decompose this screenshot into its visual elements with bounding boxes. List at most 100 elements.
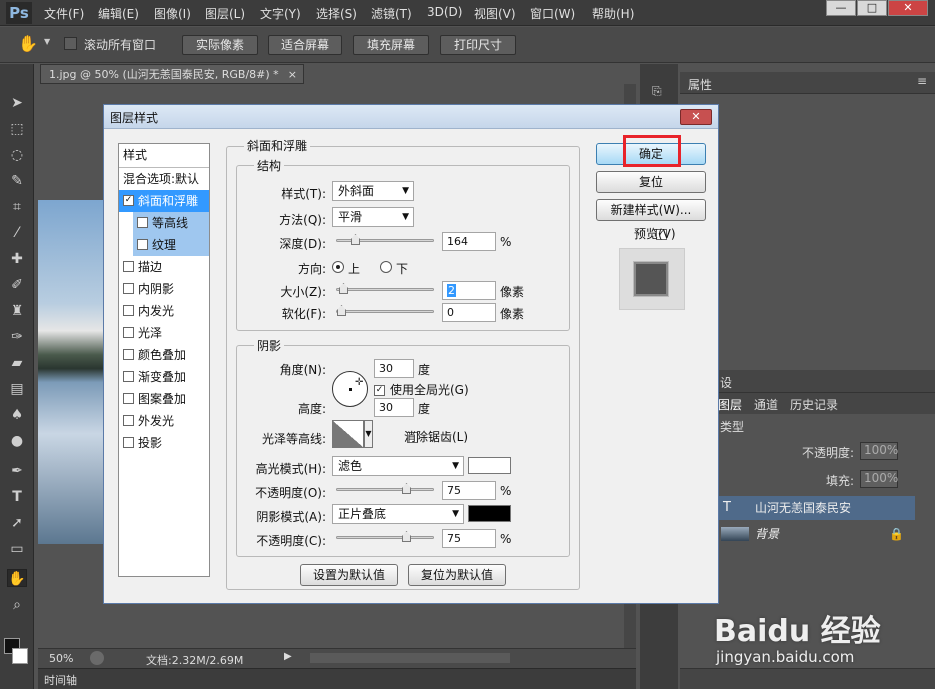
- checkbox[interactable]: [123, 349, 134, 360]
- style-item-inner-glow[interactable]: 内发光: [119, 300, 209, 322]
- checkbox[interactable]: [123, 327, 134, 338]
- crop-tool-icon[interactable]: ⌗: [7, 198, 27, 216]
- highlight-mode-select[interactable]: 滤色 ▼: [332, 456, 464, 476]
- style-item-contour[interactable]: 等高线: [133, 212, 209, 234]
- technique-select[interactable]: 平滑 ▼: [332, 207, 414, 227]
- shadow-opacity-slider[interactable]: [336, 531, 434, 542]
- reset-default-button[interactable]: 复位为默认值: [408, 564, 506, 586]
- style-item-drop-shadow[interactable]: 投影: [119, 432, 209, 454]
- menu-image[interactable]: 图像(I): [154, 5, 191, 22]
- shadow-color-swatch[interactable]: [468, 505, 511, 522]
- direction-up-radio[interactable]: [332, 261, 344, 273]
- print-size-button[interactable]: 打印尺寸: [440, 35, 516, 55]
- shape-tool-icon[interactable]: ▭: [7, 540, 27, 558]
- document-canvas[interactable]: [38, 200, 110, 544]
- checkbox[interactable]: [123, 393, 134, 404]
- quick-select-tool-icon[interactable]: ✎: [7, 172, 27, 190]
- status-menu-arrow-icon[interactable]: ▶: [284, 651, 292, 662]
- history-brush-tool-icon[interactable]: ✑: [7, 328, 27, 346]
- menu-file[interactable]: 文件(F): [44, 5, 84, 22]
- angle-input[interactable]: 30: [374, 359, 414, 378]
- hand-tool-icon[interactable]: ✋: [18, 34, 38, 53]
- menu-help[interactable]: 帮助(H): [592, 5, 634, 22]
- panel-menu-icon[interactable]: ≡: [917, 74, 927, 88]
- path-select-tool-icon[interactable]: ➚: [7, 514, 27, 532]
- menu-view[interactable]: 视图(V): [474, 5, 516, 22]
- chevron-down-icon[interactable]: ▼: [44, 37, 50, 46]
- menu-window[interactable]: 窗口(W): [530, 5, 575, 22]
- size-slider[interactable]: [336, 283, 434, 294]
- style-item-blending-options[interactable]: 混合选项:默认: [119, 168, 209, 190]
- healing-brush-tool-icon[interactable]: ✚: [7, 250, 27, 268]
- dialog-close-button[interactable]: ✕: [680, 109, 712, 125]
- pen-tool-icon[interactable]: ✒: [7, 462, 27, 480]
- opacity-field[interactable]: 100%: [860, 442, 898, 460]
- style-item-inner-shadow[interactable]: 内阴影: [119, 278, 209, 300]
- status-icon[interactable]: [90, 651, 104, 665]
- bevel-style-select[interactable]: 外斜面 ▼: [332, 181, 414, 201]
- checkbox[interactable]: [123, 305, 134, 316]
- reset-button[interactable]: 复位: [596, 171, 706, 193]
- checkbox[interactable]: [123, 283, 134, 294]
- panel-tab-partial[interactable]: 设: [720, 374, 732, 391]
- depth-slider[interactable]: [336, 234, 434, 245]
- gloss-contour-swatch[interactable]: [332, 420, 364, 448]
- minimize-button[interactable]: —: [826, 0, 856, 16]
- zoom-tool-icon[interactable]: ⌕: [7, 596, 27, 614]
- angle-dial[interactable]: ✛: [332, 371, 368, 407]
- global-light-checkbox[interactable]: ✓: [374, 385, 385, 396]
- menu-filter[interactable]: 滤镜(T): [371, 5, 412, 22]
- lasso-tool-icon[interactable]: ◌: [7, 146, 27, 164]
- history-panel-icon[interactable]: ⎘: [652, 84, 662, 99]
- menu-type[interactable]: 文字(Y): [260, 5, 301, 22]
- shadow-opacity-input[interactable]: 75: [442, 529, 496, 548]
- close-window-button[interactable]: ✕: [888, 0, 928, 16]
- document-tab[interactable]: 1.jpg @ 50% (山河无恙国泰民安, RGB/8#) * ×: [40, 64, 304, 84]
- marquee-tool-icon[interactable]: ⬚: [7, 120, 27, 138]
- style-item-bevel-emboss[interactable]: ✓ 斜面和浮雕: [119, 190, 209, 212]
- menu-edit[interactable]: 编辑(E): [98, 5, 139, 22]
- gradient-tool-icon[interactable]: ▤: [7, 380, 27, 398]
- menu-select[interactable]: 选择(S): [316, 5, 357, 22]
- brush-tool-icon[interactable]: ✐: [7, 276, 27, 294]
- tab-history[interactable]: 历史记录: [790, 396, 838, 413]
- checkbox[interactable]: [123, 437, 134, 448]
- style-item-pattern-overlay[interactable]: 图案叠加: [119, 388, 209, 410]
- tab-channels[interactable]: 通道: [754, 396, 778, 413]
- fill-screen-button[interactable]: 填充屏幕: [353, 35, 429, 55]
- checkbox[interactable]: [137, 217, 148, 228]
- horizontal-scrollbar[interactable]: [310, 653, 510, 663]
- direction-down-radio[interactable]: [380, 261, 392, 273]
- move-tool-icon[interactable]: ➤: [7, 94, 27, 112]
- dodge-tool-icon[interactable]: ●: [7, 432, 27, 450]
- shadow-mode-select[interactable]: 正片叠底 ▼: [332, 504, 464, 524]
- highlight-opacity-input[interactable]: 75: [442, 481, 496, 500]
- size-input[interactable]: 2: [442, 281, 496, 300]
- style-item-outer-glow[interactable]: 外发光: [119, 410, 209, 432]
- dialog-titlebar[interactable]: 图层样式 ✕: [104, 105, 718, 129]
- style-item-texture[interactable]: 纹理: [133, 234, 209, 256]
- highlight-opacity-slider[interactable]: [336, 483, 434, 494]
- background-color-swatch[interactable]: [12, 648, 28, 664]
- fill-field[interactable]: 100%: [860, 470, 898, 488]
- style-item-stroke[interactable]: 描边: [119, 256, 209, 278]
- type-tool-icon[interactable]: T: [7, 488, 27, 506]
- altitude-input[interactable]: 30: [374, 398, 414, 417]
- style-item-satin[interactable]: 光泽: [119, 322, 209, 344]
- checkbox[interactable]: [123, 261, 134, 272]
- checkbox-checked[interactable]: ✓: [123, 195, 134, 206]
- new-style-button[interactable]: 新建样式(W)...: [596, 199, 706, 221]
- maximize-button[interactable]: □: [857, 0, 887, 16]
- layer-row-background[interactable]: 背景 🔒: [715, 522, 915, 546]
- blur-tool-icon[interactable]: ♠: [7, 406, 27, 424]
- style-item-gradient-overlay[interactable]: 渐变叠加: [119, 366, 209, 388]
- highlight-color-swatch[interactable]: [468, 457, 511, 474]
- eyedropper-tool-icon[interactable]: ⁄: [7, 224, 27, 242]
- timeline-label[interactable]: 时间轴: [44, 672, 77, 688]
- fit-screen-button[interactable]: 适合屏幕: [268, 35, 342, 55]
- depth-input[interactable]: 164: [442, 232, 496, 251]
- layer-row-text[interactable]: T 山河无恙国泰民安: [715, 496, 915, 520]
- chevron-down-icon[interactable]: ▼: [364, 420, 373, 448]
- menu-3d[interactable]: 3D(D): [427, 5, 462, 19]
- eraser-tool-icon[interactable]: ▰: [7, 354, 27, 372]
